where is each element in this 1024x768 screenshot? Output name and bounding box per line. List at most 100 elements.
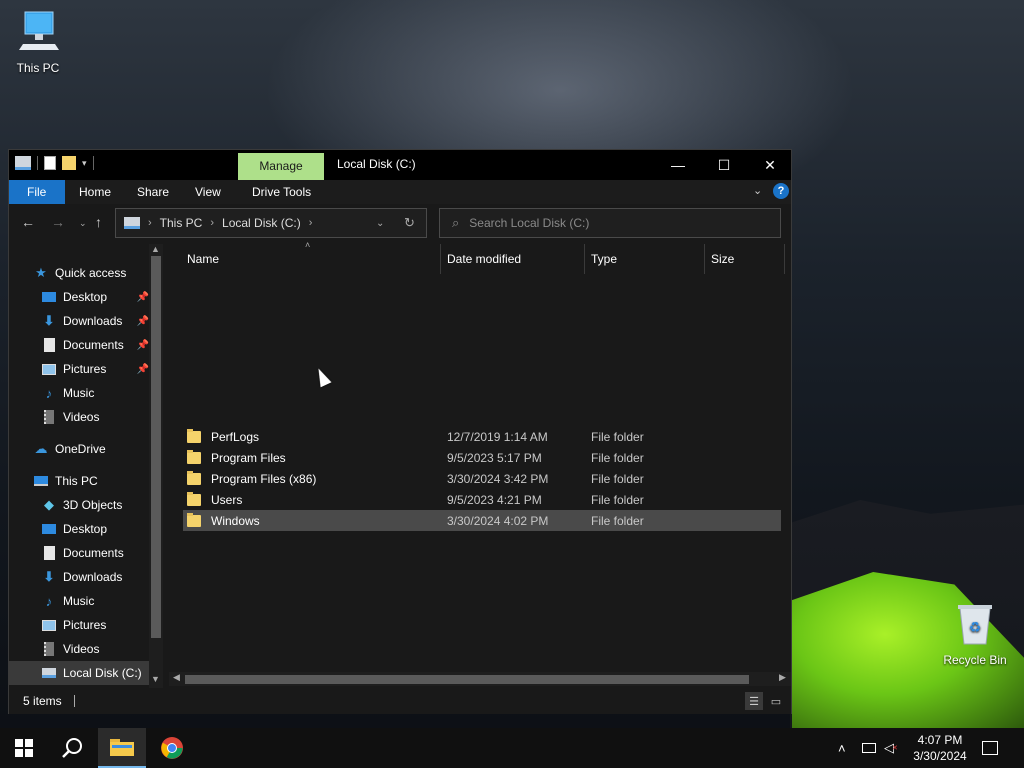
tab-drive-tools[interactable]: Drive Tools <box>242 180 321 204</box>
svg-text:♻: ♻ <box>969 620 982 636</box>
table-row-selected[interactable]: Windows 3/30/2024 4:02 PM File folder <box>183 510 781 531</box>
file-type: File folder <box>591 492 644 507</box>
table-row[interactable]: PerfLogs 12/7/2019 1:14 AM File folder <box>183 426 781 447</box>
show-hidden-icons-icon[interactable]: ˄ <box>838 728 846 768</box>
toolbar-divider <box>37 156 38 170</box>
action-center-button[interactable] <box>982 728 998 768</box>
nav-pc-local-disk[interactable]: Local Disk (C:) <box>9 661 149 685</box>
documents-icon <box>41 545 57 561</box>
up-arrow-icon[interactable]: ↑ <box>95 214 102 230</box>
network-icon[interactable] <box>862 728 876 768</box>
nav-pc-videos[interactable]: Videos <box>9 637 149 661</box>
column-header-name[interactable]: Name <box>181 244 441 274</box>
taskbar-chrome[interactable] <box>148 728 196 768</box>
nav-pane-scrollbar[interactable]: ▲ ▼ <box>149 244 163 688</box>
properties-icon[interactable] <box>44 156 56 170</box>
file-name: Program Files (x86) <box>211 471 317 486</box>
start-button[interactable] <box>0 728 48 768</box>
new-folder-icon[interactable] <box>62 156 76 170</box>
table-row[interactable]: Program Files (x86) 3/30/2024 3:42 PM Fi… <box>183 468 781 489</box>
nav-quick-desktop[interactable]: Desktop 📌 <box>9 285 149 309</box>
horizontal-scrollbar[interactable]: ◀ ▶ <box>169 672 791 686</box>
folder-icon <box>187 491 201 506</box>
nav-this-pc[interactable]: This PC <box>9 469 149 493</box>
scrollbar-thumb[interactable] <box>151 256 161 638</box>
column-header-type[interactable]: Type <box>585 244 705 274</box>
file-type: File folder <box>591 429 644 444</box>
scroll-down-icon[interactable]: ▼ <box>151 674 160 684</box>
drive-icon[interactable] <box>15 156 31 170</box>
desktop-icon <box>41 521 57 537</box>
nav-label: Downloads <box>63 570 123 584</box>
refresh-icon[interactable]: ↻ <box>404 215 415 231</box>
tab-share[interactable]: Share <box>127 180 179 204</box>
taskbar-file-explorer[interactable] <box>98 728 146 768</box>
desktop-icon-this-pc[interactable]: This PC <box>0 8 76 75</box>
scrollbar-thumb[interactable] <box>185 675 749 684</box>
system-clock[interactable]: 4:07 PM 3/30/2024 <box>904 732 976 764</box>
expand-ribbon-icon[interactable]: ⌄ <box>753 184 762 197</box>
toolbar-divider <box>92 156 94 170</box>
breadcrumb-local-disk[interactable]: Local Disk (C:) <box>222 216 301 230</box>
details-view-icon[interactable]: ☰ <box>745 692 763 710</box>
nav-pc-3d-objects[interactable]: ◆ 3D Objects <box>9 493 149 517</box>
file-name: Windows <box>211 513 260 528</box>
tab-home[interactable]: Home <box>69 180 121 204</box>
table-row[interactable]: Users 9/5/2023 4:21 PM File folder <box>183 489 781 510</box>
nav-pc-desktop[interactable]: Desktop <box>9 517 149 541</box>
pin-icon[interactable]: 📌 <box>137 364 149 375</box>
recent-locations-icon[interactable]: ⌄ <box>79 218 87 229</box>
maximize-button[interactable]: ☐ <box>701 150 747 180</box>
nav-quick-downloads[interactable]: ⬇ Downloads 📌 <box>9 309 149 333</box>
manage-tab[interactable]: Manage <box>238 153 324 180</box>
music-icon: ♪ <box>45 593 53 609</box>
nav-quick-documents[interactable]: Documents 📌 <box>9 333 149 357</box>
nav-pc-music[interactable]: ♪ Music <box>9 589 149 613</box>
nav-onedrive[interactable]: ☁ OneDrive <box>9 437 149 461</box>
nav-pc-documents[interactable]: Documents <box>9 541 149 565</box>
column-header-date[interactable]: Date modified <box>441 244 585 274</box>
scroll-left-icon[interactable]: ◀ <box>173 672 180 683</box>
file-name: PerfLogs <box>211 429 260 444</box>
scroll-right-icon[interactable]: ▶ <box>779 672 786 683</box>
nav-label: Videos <box>63 642 100 656</box>
desktop-icon-recycle-bin[interactable]: ♻ Recycle Bin <box>937 602 1013 667</box>
tab-file[interactable]: File <box>9 180 65 204</box>
breadcrumb-this-pc[interactable]: This PC <box>160 216 203 230</box>
item-count: 5 items <box>23 694 62 708</box>
help-icon[interactable]: ? <box>773 183 789 199</box>
chrome-icon <box>161 737 183 759</box>
nav-pc-pictures[interactable]: Pictures <box>9 613 149 637</box>
address-dropdown-icon[interactable]: ⌄ <box>376 218 384 229</box>
scroll-up-icon[interactable]: ▲ <box>151 244 160 254</box>
nav-quick-pictures[interactable]: Pictures 📌 <box>9 357 149 381</box>
large-icons-view-icon[interactable]: ▭ <box>767 692 785 710</box>
nav-quick-access[interactable]: ★ Quick access <box>9 261 149 285</box>
minimize-button[interactable]: — <box>655 150 701 180</box>
search-box[interactable]: ⌕ Search Local Disk (C:) <box>439 208 781 238</box>
quick-access-toolbar: ▾ <box>15 156 94 170</box>
close-button[interactable]: ✕ <box>747 150 793 180</box>
nav-quick-music[interactable]: ♪ Music <box>9 381 149 405</box>
computer-icon <box>33 473 49 489</box>
volume-muted-icon[interactable]: ◁ ✕ <box>884 728 898 768</box>
customize-toolbar-icon[interactable]: ▾ <box>82 158 87 169</box>
folder-icon <box>110 739 134 756</box>
nav-label: Downloads <box>63 314 123 328</box>
nav-quick-videos[interactable]: Videos <box>9 405 149 429</box>
forward-arrow-icon[interactable]: → <box>51 214 65 230</box>
cloud-icon: ☁ <box>34 441 48 456</box>
pin-icon[interactable]: 📌 <box>137 316 149 327</box>
pin-icon[interactable]: 📌 <box>137 292 149 303</box>
back-arrow-icon[interactable]: ← <box>21 214 35 230</box>
nav-pc-downloads[interactable]: ⬇ Downloads <box>9 565 149 589</box>
tab-view[interactable]: View <box>185 180 231 204</box>
folder-icon <box>187 428 201 443</box>
column-header-size[interactable]: Size <box>705 244 785 274</box>
table-row[interactable]: Program Files 9/5/2023 5:17 PM File fold… <box>183 447 781 468</box>
folder-icon <box>187 512 201 527</box>
address-bar[interactable]: › This PC › Local Disk (C:) › ⌄ ↻ <box>115 208 427 238</box>
pin-icon[interactable]: 📌 <box>137 340 149 351</box>
search-button[interactable] <box>48 728 96 768</box>
search-icon: ⌕ <box>452 215 460 230</box>
